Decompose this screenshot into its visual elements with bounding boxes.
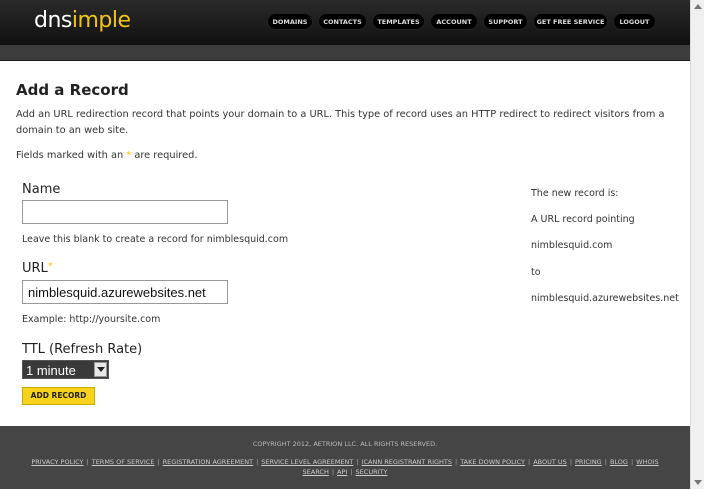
nav-logout[interactable]: LOGOUT [613, 13, 656, 30]
summary-record-type: A URL record pointing [531, 214, 635, 225]
footer-link-api[interactable]: API [337, 468, 347, 476]
scroll-down-icon[interactable] [694, 480, 702, 485]
chevron-down-icon[interactable] [94, 362, 107, 377]
copyright-text: COPYRIGHT 2012, AETRION LLC. ALL RIGHTS … [252, 440, 438, 448]
footer-link-service-level-agreement[interactable]: SERVICE LEVEL AGREEMENT [261, 458, 353, 466]
nav-templates[interactable]: TEMPLATES [372, 13, 425, 30]
url-hint: Example: http://yoursite.com [22, 314, 161, 325]
ttl-label: TTL (Refresh Rate) [22, 342, 143, 357]
add-record-button[interactable]: ADD RECORD [22, 387, 95, 405]
header-subbar [0, 45, 690, 61]
site-footer: COPYRIGHT 2012, AETRION LLC. ALL RIGHTS … [0, 426, 690, 489]
ttl-select[interactable]: 1 minute [22, 360, 109, 379]
name-hint: Leave this blank to create a record for … [22, 234, 289, 245]
nav-contacts[interactable]: CONTACTS [318, 13, 367, 30]
footer-link-security[interactable]: SECURITY [356, 468, 388, 476]
footer-link-icann-registrant-rights[interactable]: ICANN REGISTRANT RIGHTS [362, 458, 452, 466]
summary-to: to [531, 267, 541, 278]
main-content: Add a Record Add an URL redirection reco… [0, 61, 690, 426]
summary-target-url: nimblesquid.azurewebsites.net [531, 293, 679, 304]
url-required-star: * [47, 261, 53, 272]
dnsimple-logo[interactable]: dnsimple [34, 8, 131, 33]
page-title: Add a Record [16, 81, 129, 99]
name-input[interactable] [22, 200, 228, 224]
required-note: Fields marked with an * are required. [16, 150, 198, 161]
footer-link-registration-agreement[interactable]: REGISTRATION AGREEMENT [163, 458, 253, 466]
page-description: Add an URL redirection record that point… [16, 109, 665, 136]
summary-heading: The new record is: [531, 188, 619, 199]
footer-link-privacy-policy[interactable]: PRIVACY POLICY [31, 458, 83, 466]
url-input[interactable] [22, 280, 228, 304]
summary-source-domain: nimblesquid.com [531, 240, 613, 251]
footer-link-take-down-policy[interactable]: TAKE DOWN POLICY [460, 458, 525, 466]
footer-link-terms-of-service[interactable]: TERMS OF SERVICE [92, 458, 155, 466]
footer-link-pricing[interactable]: PRICING [575, 458, 602, 466]
page-scrollbar[interactable] [690, 0, 704, 489]
scroll-up-icon[interactable] [694, 4, 702, 9]
site-header: dnsimple DOMAINS CONTACTS TEMPLATES ACCO… [0, 0, 690, 45]
footer-link-blog[interactable]: BLOG [610, 458, 628, 466]
ttl-selected-value: 1 minute [26, 363, 76, 378]
nav-support[interactable]: SUPPORT [483, 13, 528, 30]
footer-link-about-us[interactable]: ABOUT US [533, 458, 567, 466]
nav-account[interactable]: ACCOUNT [430, 13, 478, 30]
nav-domains[interactable]: DOMAINS [267, 13, 313, 30]
footer-links: PRIVACY POLICY | TERMS OF SERVICE | REGISTRA… [31, 458, 659, 476]
name-label: Name [22, 182, 61, 197]
nav-get-free-service[interactable]: GET FREE SERVICE [533, 13, 608, 30]
url-label: URL* [22, 261, 53, 276]
